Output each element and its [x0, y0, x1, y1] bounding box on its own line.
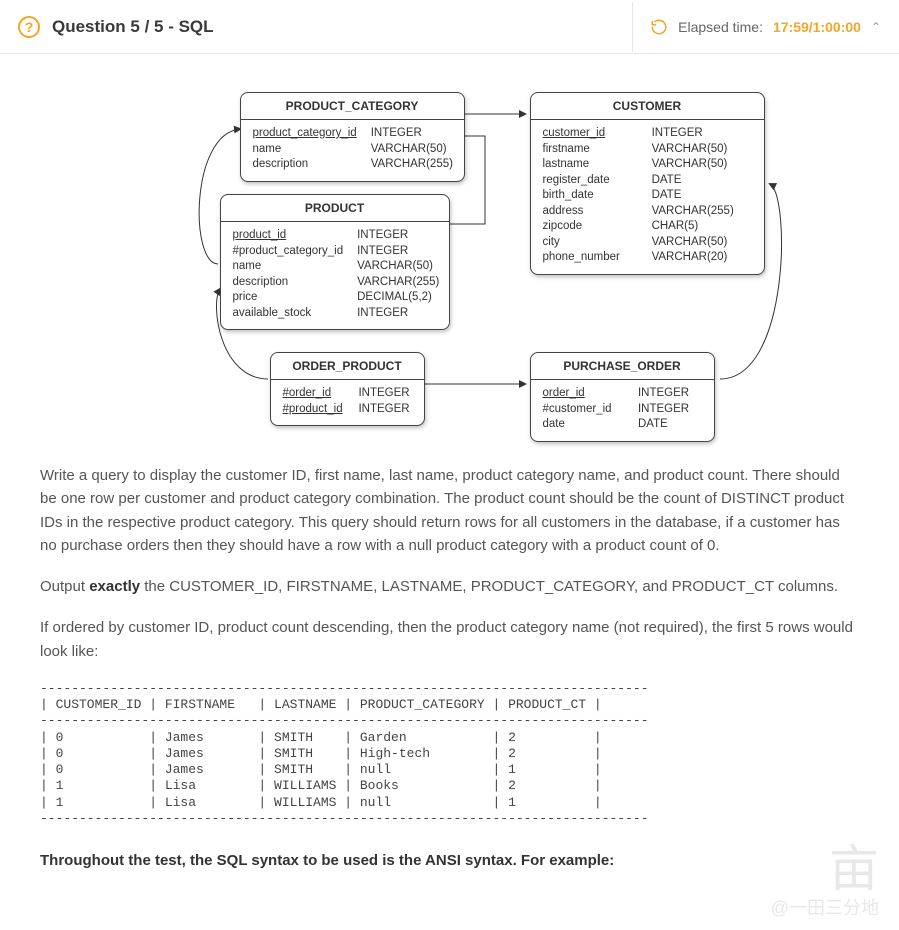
entity-title: ORDER_PRODUCT — [271, 353, 424, 380]
column-name: name — [233, 259, 344, 275]
question-title: Question 5 / 5 - SQL — [52, 17, 214, 37]
column-type: INTEGER — [638, 402, 702, 418]
header-bar: ? Question 5 / 5 - SQL Elapsed time: 17:… — [0, 0, 899, 54]
column-type: INTEGER — [357, 228, 439, 244]
column-name: phone_number — [543, 250, 638, 266]
column-type: INTEGER — [357, 306, 439, 322]
entity-cols: product_id INTEGER #product_category_id INT… — [221, 222, 449, 329]
column-type: INTEGER — [371, 126, 453, 142]
column-name: order_id — [543, 386, 624, 402]
question-body: Write a query to display the customer ID… — [40, 464, 859, 872]
entity-title: PRODUCT — [221, 195, 449, 222]
column-name: address — [543, 204, 638, 220]
column-type: VARCHAR(50) — [652, 142, 752, 158]
column-name: city — [543, 235, 638, 251]
column-type: INTEGER — [638, 386, 702, 402]
question-icon: ? — [18, 16, 40, 38]
page-content: PRODUCT_CATEGORY product_category_id INTE… — [0, 54, 899, 930]
column-name: description — [233, 275, 344, 291]
column-type: VARCHAR(255) — [652, 204, 752, 220]
column-name: customer_id — [543, 126, 638, 142]
entity-title: PURCHASE_ORDER — [531, 353, 714, 380]
column-name: zipcode — [543, 219, 638, 235]
column-type: VARCHAR(50) — [357, 259, 439, 275]
column-name: price — [233, 290, 344, 306]
paragraph-2: Output exactly the CUSTOMER_ID, FIRSTNAM… — [40, 575, 859, 598]
column-name: product_id — [233, 228, 344, 244]
entity-product: PRODUCT product_id INTEGER #product_catego… — [220, 194, 450, 330]
column-name: #product_category_id — [233, 244, 344, 260]
entity-purchase-order: PURCHASE_ORDER order_id INTEGER #customer_… — [530, 352, 715, 442]
column-type: INTEGER — [358, 402, 411, 418]
column-name: lastname — [543, 157, 638, 173]
column-name: name — [253, 142, 357, 158]
entity-title: CUSTOMER — [531, 93, 764, 120]
column-type: VARCHAR(20) — [652, 250, 752, 266]
column-name: firstname — [543, 142, 638, 158]
column-type: VARCHAR(50) — [652, 157, 752, 173]
column-name: register_date — [543, 173, 638, 189]
column-name: date — [543, 417, 624, 433]
chevron-up-icon: ⌃ — [871, 20, 881, 34]
entity-title: PRODUCT_CATEGORY — [241, 93, 464, 120]
column-type: INTEGER — [652, 126, 752, 142]
column-type: VARCHAR(50) — [652, 235, 752, 251]
syntax-note: Throughout the test, the SQL syntax to b… — [40, 849, 859, 872]
column-type: DECIMAL(5,2) — [357, 290, 439, 306]
header-right[interactable]: Elapsed time: 17:59/1:00:00 ⌃ — [650, 18, 881, 36]
column-type: VARCHAR(255) — [357, 275, 439, 291]
entity-cols: customer_id INTEGER firstname VARCHAR(50) la… — [531, 120, 764, 274]
entity-order-product: ORDER_PRODUCT #order_id INTEGER #product_i… — [270, 352, 425, 426]
column-type: DATE — [652, 173, 752, 189]
column-type: VARCHAR(255) — [371, 157, 453, 173]
entity-cols: #order_id INTEGER #product_id INTEGER — [271, 380, 424, 425]
column-type: DATE — [652, 188, 752, 204]
column-name: #order_id — [283, 386, 345, 402]
column-name: product_category_id — [253, 126, 357, 142]
elapsed-label: Elapsed time: — [678, 19, 763, 35]
entity-cols: product_category_id INTEGER name VARCHAR(50… — [241, 120, 464, 181]
paragraph-3: If ordered by customer ID, product count… — [40, 616, 859, 663]
entity-customer: CUSTOMER customer_id INTEGER firstname VARC… — [530, 92, 765, 275]
column-name: #customer_id — [543, 402, 624, 418]
entity-cols: order_id INTEGER #customer_id INTEGER date DA… — [531, 380, 714, 441]
column-type: INTEGER — [358, 386, 411, 402]
sample-output-table: ----------------------------------------… — [40, 681, 859, 827]
paragraph-1: Write a query to display the customer ID… — [40, 464, 859, 557]
column-type: CHAR(5) — [652, 219, 752, 235]
column-name: description — [253, 157, 357, 173]
header-left: ? Question 5 / 5 - SQL — [18, 16, 214, 38]
column-name: available_stock — [233, 306, 344, 322]
column-type: VARCHAR(50) — [371, 142, 453, 158]
column-type: INTEGER — [357, 244, 439, 260]
column-name: #product_id — [283, 402, 345, 418]
elapsed-value: 17:59/1:00:00 — [773, 19, 861, 35]
timer-icon — [650, 18, 668, 36]
column-type: DATE — [638, 417, 702, 433]
er-diagram: PRODUCT_CATEGORY product_category_id INTE… — [70, 74, 830, 444]
entity-product-category: PRODUCT_CATEGORY product_category_id INTE… — [240, 92, 465, 182]
column-name: birth_date — [543, 188, 638, 204]
